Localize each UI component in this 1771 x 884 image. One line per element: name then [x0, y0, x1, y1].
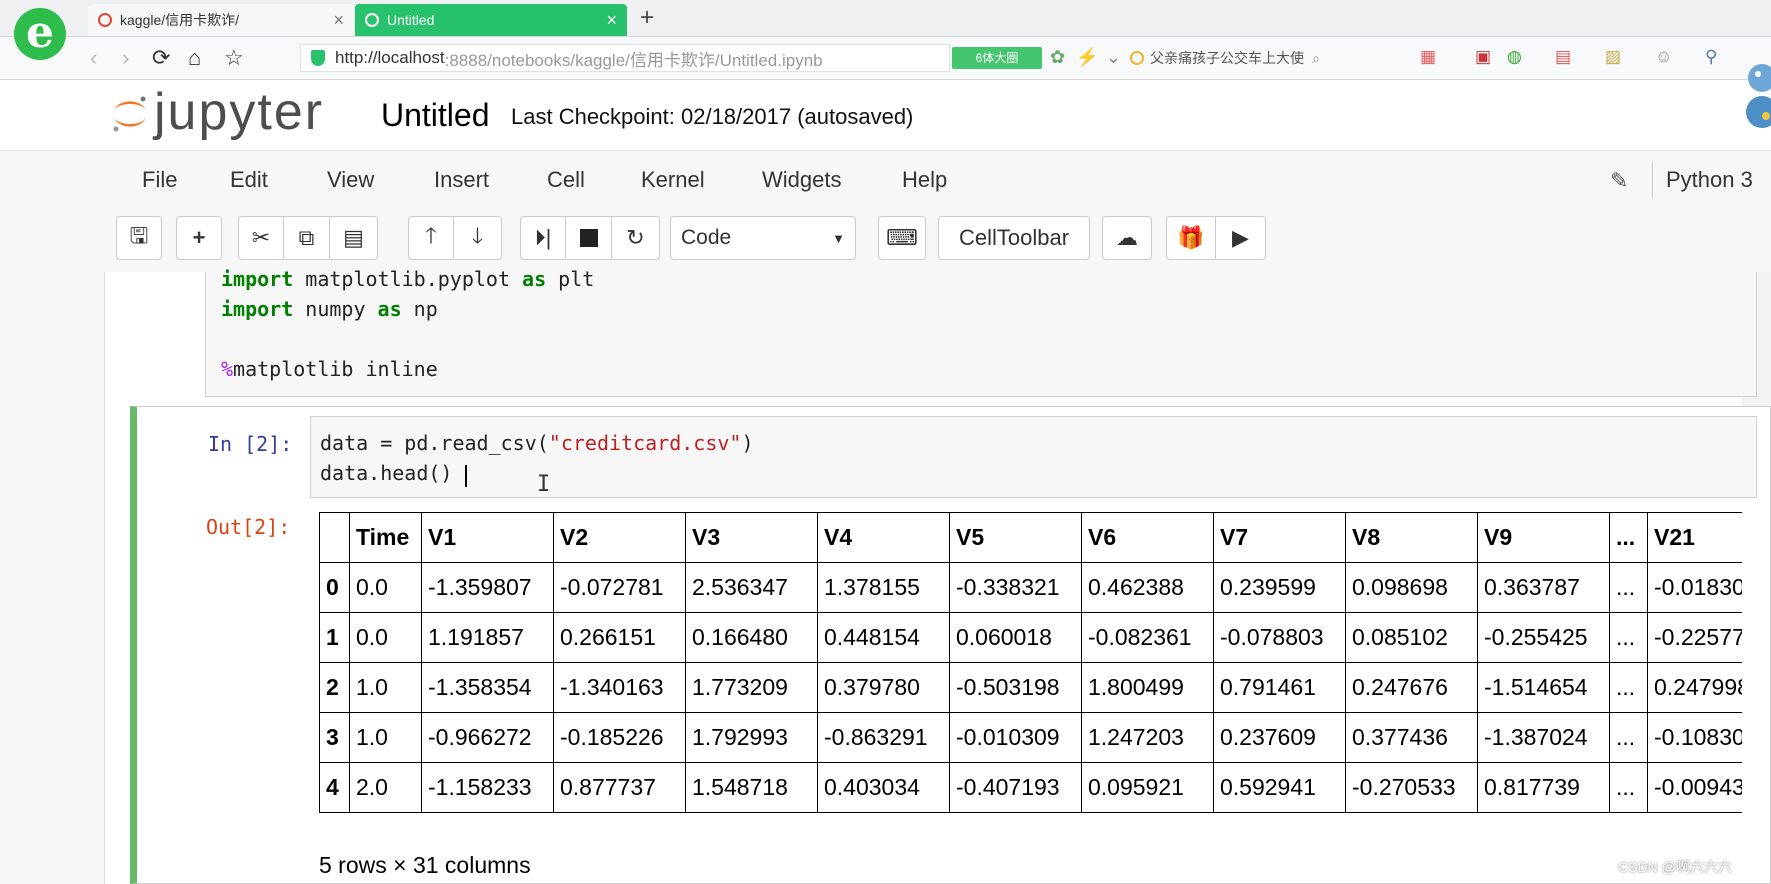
dataframe-output: Time V1 V2 V3 V4 V5 V6 V7 V8 V9... V21 0 0.0 -1.3598… [0, 0, 1742, 884]
table-cell: -0.082361 [1081, 612, 1214, 663]
table-cell: 1.247203 [1081, 712, 1214, 763]
column-header: V1 [421, 512, 554, 563]
table-cell: 1.548718 [685, 762, 818, 813]
row-index: 2 [319, 662, 350, 713]
table-header-row: Time V1 V2 V3 V4 V5 V6 V7 V8 V9... V21 [319, 512, 1742, 563]
table-cell: -1.387024 [1477, 712, 1610, 763]
table-cell: 1.773209 [685, 662, 818, 713]
table-cell: -0.255425 [1477, 612, 1610, 663]
table-cell: 0.877737 [553, 762, 686, 813]
table-cell: 0.377436 [1345, 712, 1478, 763]
table-cell: -0.108300 [1647, 712, 1742, 763]
table-cell: -0.185226 [553, 712, 686, 763]
table-row: 4 2.0 -1.158233 0.877737 1.548718 0.403034 -0.… [319, 762, 1742, 813]
table-cell: 0.266151 [553, 612, 686, 663]
table-cell: -1.358354 [421, 662, 554, 713]
python-mascot-icon [1746, 64, 1771, 128]
dataframe-shape: 5 rows × 31 columns [319, 852, 531, 878]
table-cell: -1.514654 [1477, 662, 1610, 713]
table-cell: -0.009431 [1647, 762, 1742, 813]
table-cell: 0.237609 [1213, 712, 1346, 763]
column-header: V21 [1647, 512, 1742, 563]
table-row: 3 1.0 -0.966272 -0.185226 1.792993 -0.863291-… [319, 712, 1742, 763]
table-cell: 1.800499 [1081, 662, 1214, 713]
table-cell: 0.448154 [817, 612, 950, 663]
watermark: CSDN @啊六六六 [1618, 859, 1732, 875]
table-cell: 0.462388 [1081, 562, 1214, 613]
column-header: V4 [817, 512, 950, 563]
column-header: V6 [1081, 512, 1214, 563]
table-cell: -1.359807 [421, 562, 554, 613]
table-cell: 0.166480 [685, 612, 818, 663]
column-header: V5 [949, 512, 1082, 563]
table-cell: -1.340163 [553, 662, 686, 713]
table-cell: 1.378155 [817, 562, 950, 613]
table-cell: 0.060018 [949, 612, 1082, 663]
table-body: 0 0.0 -1.359807 -0.072781 2.536347 1.378155 -0… [319, 562, 1742, 813]
row-index: 0 [319, 562, 350, 613]
table-cell: -0.863291 [817, 712, 950, 763]
table-row: 2 1.0 -1.358354 -1.340163 1.773209 0.379780 -0… [319, 662, 1742, 713]
table-cell: 0.247676 [1345, 662, 1478, 713]
table-cell: -0.018307 [1647, 562, 1742, 613]
table-cell: -0.503198 [949, 662, 1082, 713]
table-cell: 1.0 [349, 662, 422, 713]
table-cell: 0.098698 [1345, 562, 1478, 613]
column-header [319, 512, 350, 563]
table-cell: -0.966272 [421, 712, 554, 763]
table-cell: 2.536347 [685, 562, 818, 613]
row-index: 1 [319, 612, 350, 663]
table-cell: 0.239599 [1213, 562, 1346, 613]
browser-logo-icon: e [14, 8, 66, 60]
column-header: V9 [1477, 512, 1610, 563]
table-cell: 0.791461 [1213, 662, 1346, 713]
table-cell: -0.010309 [949, 712, 1082, 763]
table-cell: -0.270533 [1345, 762, 1478, 813]
column-header: V3 [685, 512, 818, 563]
dataframe-table: Time V1 V2 V3 V4 V5 V6 V7 V8 V9... V21 0 0.0 -1.3598… [319, 512, 1742, 813]
row-index: 3 [319, 712, 350, 763]
table-cell: ... [1609, 562, 1648, 613]
table-cell: -1.158233 [421, 762, 554, 813]
table-cell: 0.0 [349, 612, 422, 663]
table-row: 1 0.0 1.191857 0.266151 0.166480 0.448154 0.06… [319, 612, 1742, 663]
table-cell: 0.817739 [1477, 762, 1610, 813]
table-cell: ... [1609, 612, 1648, 663]
table-cell: 1.792993 [685, 712, 818, 763]
column-header: V2 [553, 512, 686, 563]
table-cell: -0.225775 [1647, 612, 1742, 663]
table-cell: 0.379780 [817, 662, 950, 713]
table-cell: ... [1609, 662, 1648, 713]
table-cell: 0.363787 [1477, 562, 1610, 613]
column-header: Time [349, 512, 422, 563]
table-cell: 1.0 [349, 712, 422, 763]
table-cell: -0.072781 [553, 562, 686, 613]
column-header: V7 [1213, 512, 1346, 563]
table-cell: 0.0 [349, 562, 422, 613]
table-cell: -0.407193 [949, 762, 1082, 813]
table-cell: -0.078803 [1213, 612, 1346, 663]
table-cell: 0.403034 [817, 762, 950, 813]
table-cell: ... [1609, 712, 1648, 763]
table-cell: 0.095921 [1081, 762, 1214, 813]
table-row: 0 0.0 -1.359807 -0.072781 2.536347 1.378155 -0… [319, 562, 1742, 613]
table-cell: 1.191857 [421, 612, 554, 663]
table-cell: 0.592941 [1213, 762, 1346, 813]
table-cell: 2.0 [349, 762, 422, 813]
column-header: ... [1609, 512, 1648, 563]
column-header: V8 [1345, 512, 1478, 563]
table-cell: 0.247998 [1647, 662, 1742, 713]
table-cell: ... [1609, 762, 1648, 813]
row-index: 4 [319, 762, 350, 813]
table-cell: -0.338321 [949, 562, 1082, 613]
table-cell: 0.085102 [1345, 612, 1478, 663]
